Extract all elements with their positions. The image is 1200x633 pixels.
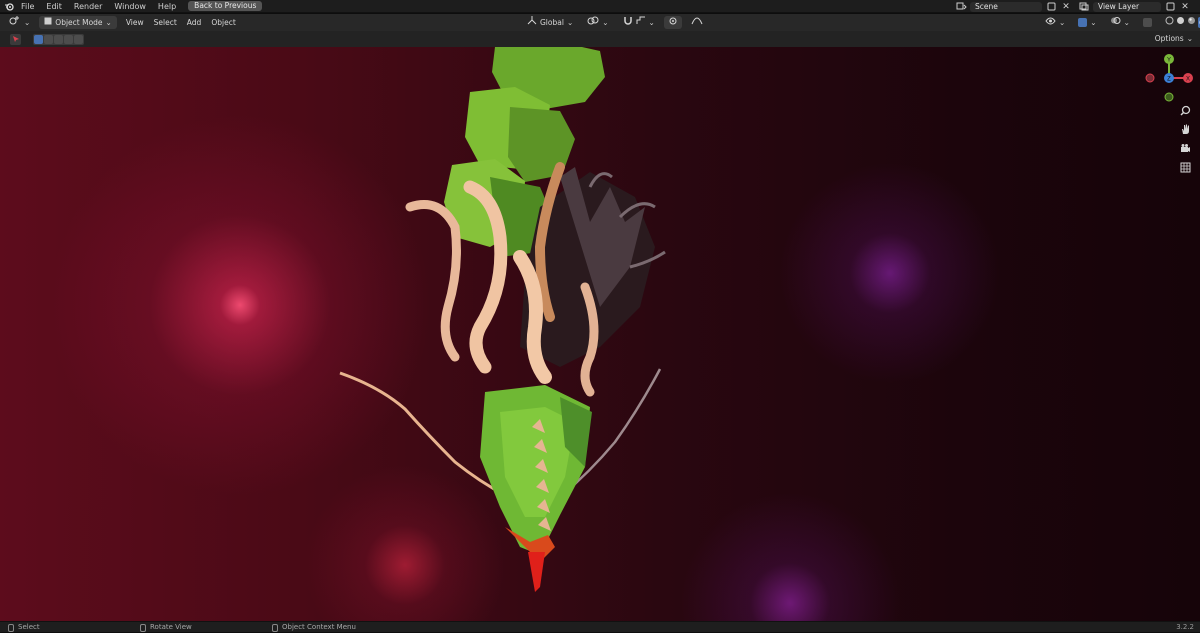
left-whisker — [340, 373, 505, 495]
xray-toggle[interactable] — [1138, 16, 1157, 29]
dragon-model — [0, 47, 1200, 621]
overlays-toggle[interactable]: ⌄ — [1105, 16, 1135, 29]
gizmo-toggle[interactable]: ⌄ — [1073, 16, 1101, 29]
chevron-down-icon: ⌄ — [1124, 16, 1130, 29]
shading-mode-group: ⌄ — [1160, 16, 1200, 29]
body-segment — [508, 107, 575, 182]
status-select: Select — [8, 622, 40, 633]
chevron-down-icon: ⌄ — [106, 16, 112, 29]
menu-window[interactable]: Window — [108, 0, 152, 13]
material-shading-icon[interactable] — [1187, 16, 1196, 29]
select-extend-icon[interactable] — [44, 35, 53, 44]
chevron-down-icon: ⌄ — [24, 16, 30, 29]
status-context-label: Object Context Menu — [282, 622, 356, 633]
editor-type-button[interactable]: ⌄ — [4, 16, 35, 29]
scene-name-field[interactable]: Scene — [970, 2, 1042, 12]
view-layer-name-field[interactable]: View Layer — [1093, 2, 1161, 12]
select-subtract-icon[interactable] — [54, 35, 63, 44]
falloff-curve-icon — [691, 16, 703, 29]
mode-dropdown[interactable]: Object Mode ⌄ — [39, 16, 117, 29]
select-new-icon[interactable] — [34, 35, 43, 44]
camera-view-icon[interactable] — [1180, 143, 1194, 157]
gizmo-neg-y-axis — [1165, 93, 1173, 101]
orientation-label: Global — [540, 16, 564, 29]
menu-edit[interactable]: Edit — [40, 0, 68, 13]
solid-shading-icon[interactable] — [1176, 16, 1185, 29]
select-invert-icon[interactable] — [64, 35, 73, 44]
top-menu-bar: File Edit Render Window Help Back to Pre… — [0, 0, 1200, 13]
proportional-dot-icon — [669, 16, 677, 29]
hand-pan-icon[interactable] — [1180, 124, 1194, 138]
version-label: 3.2.2 — [1176, 622, 1194, 633]
overlays-circles-icon — [1110, 16, 1121, 29]
status-rotate-label: Rotate View — [150, 622, 192, 633]
options-dropdown[interactable]: Options ⌄ — [1150, 32, 1198, 45]
wireframe-shading-icon[interactable] — [1165, 16, 1174, 29]
remove-scene-icon[interactable]: ✕ — [1060, 1, 1072, 12]
gizmo-y-label: Y — [1167, 58, 1171, 64]
mouse-middle-icon — [140, 624, 146, 632]
chevron-down-icon: ⌄ — [602, 16, 608, 29]
selection-mode-group — [33, 34, 84, 45]
3d-viewport[interactable]: Y X Z — [0, 47, 1200, 621]
mouse-right-icon — [272, 624, 278, 632]
menu-help[interactable]: Help — [152, 0, 182, 13]
gizmo-x-label: X — [1186, 77, 1190, 83]
header-menu-select[interactable]: Select — [149, 16, 182, 29]
status-bar: Select Rotate View Object Context Menu 3… — [0, 621, 1200, 632]
remove-view-layer-icon[interactable]: ✕ — [1179, 1, 1191, 12]
transform-orientation-dropdown[interactable]: Global ⌄ — [522, 16, 578, 29]
chevron-down-icon: ⌄ — [1090, 16, 1096, 29]
tongue — [528, 552, 545, 592]
object-visibility-dropdown[interactable]: ⌄ — [1040, 16, 1070, 29]
view-layer-browse-icon[interactable] — [1078, 1, 1090, 12]
gizmo-arrows-icon — [1078, 18, 1087, 27]
header-menu-object[interactable]: Object — [206, 16, 240, 29]
zoom-icon[interactable] — [1180, 105, 1194, 119]
proportional-editing-toggle[interactable] — [664, 16, 682, 29]
chevron-down-icon: ⌄ — [649, 16, 655, 29]
header-menu-add[interactable]: Add — [182, 16, 207, 29]
horn-left — [410, 205, 456, 358]
new-scene-icon[interactable] — [1045, 1, 1057, 12]
options-label: Options — [1155, 32, 1184, 45]
active-tool-icon[interactable] — [10, 34, 21, 45]
back-to-previous-button[interactable]: Back to Previous — [188, 1, 262, 11]
object-mode-icon — [44, 16, 52, 29]
menu-file[interactable]: File — [15, 0, 40, 13]
viewport-header: ⌄ Object Mode ⌄ View Select Add Object G… — [0, 14, 1200, 31]
snap-dropdown[interactable]: ⌄ — [618, 16, 660, 29]
orientation-axes-icon — [527, 16, 537, 29]
status-rotate: Rotate View — [140, 622, 192, 633]
blender-logo-icon[interactable] — [3, 1, 15, 12]
chevron-down-icon: ⌄ — [567, 16, 573, 29]
xray-icon — [1143, 18, 1152, 27]
tool-settings-bar: Options ⌄ — [0, 31, 1200, 47]
mode-label: Object Mode — [55, 16, 102, 29]
chevron-down-icon: ⌄ — [1187, 32, 1193, 45]
new-view-layer-icon[interactable] — [1164, 1, 1176, 12]
gizmo-z-label: Z — [1167, 77, 1171, 83]
editor-type-icon — [9, 16, 21, 29]
chevron-down-icon: ⌄ — [1059, 16, 1065, 29]
menu-render[interactable]: Render — [68, 0, 108, 13]
status-select-label: Select — [18, 622, 40, 633]
select-intersect-icon[interactable] — [74, 35, 83, 44]
status-context: Object Context Menu — [272, 622, 356, 633]
falloff-dropdown[interactable] — [686, 16, 708, 29]
navigation-gizmo[interactable]: Y X Z — [1140, 53, 1198, 105]
scene-browse-icon[interactable] — [955, 1, 967, 12]
eye-icon — [1045, 16, 1056, 29]
pivot-point-dropdown[interactable]: ⌄ — [582, 16, 613, 29]
snap-increment-icon — [636, 16, 646, 29]
grid-perspective-icon[interactable] — [1180, 162, 1194, 176]
mouse-left-icon — [8, 624, 14, 632]
magnet-icon — [623, 16, 633, 29]
pivot-link-icon — [587, 16, 599, 29]
gizmo-neg-x-axis — [1146, 74, 1154, 82]
header-menu-view[interactable]: View — [121, 16, 149, 29]
